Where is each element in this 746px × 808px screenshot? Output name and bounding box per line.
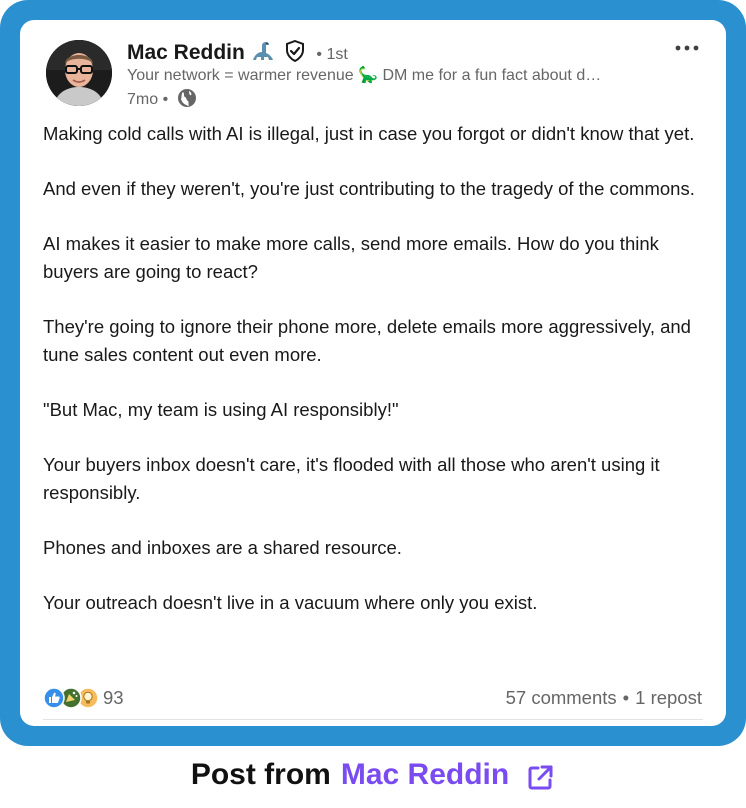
author-name[interactable]: Mac Reddin <box>127 41 245 64</box>
author-name-row: Mac Reddin • 1st <box>127 39 348 69</box>
reaction-icons <box>43 687 101 709</box>
stats-separator: • <box>622 687 630 708</box>
avatar-photo <box>46 40 112 106</box>
reactions-summary[interactable]: 93 <box>43 684 124 712</box>
post-paragraph: Making cold calls with AI is illegal, ju… <box>43 123 695 144</box>
reaction-count: 93 <box>103 687 124 708</box>
comments-count-link[interactable]: 57 comments <box>506 687 617 709</box>
post-paragraph: "But Mac, my team is using AI responsibl… <box>43 399 399 420</box>
post-body: Making cold calls with AI is illegal, ju… <box>43 120 703 644</box>
author-profile-link[interactable]: Mac Reddin <box>341 758 509 792</box>
post-paragraph: Phones and inboxes are a shared resource… <box>43 537 402 558</box>
ellipsis-icon <box>675 45 699 51</box>
author-avatar[interactable] <box>46 40 112 106</box>
footer-prefix: Post from <box>190 758 331 791</box>
post-meta: 7mo • <box>127 88 197 114</box>
post-stats: 57 comments • 1 repost <box>506 684 702 712</box>
like-icon <box>43 687 65 709</box>
divider <box>43 719 703 720</box>
post-paragraph: And even if they weren't, you're just co… <box>43 178 695 199</box>
verified-shield-icon[interactable] <box>285 39 305 69</box>
dinosaur-icon <box>251 40 275 69</box>
blue-frame: Mac Reddin • 1st Your network = warmer r… <box>0 0 746 746</box>
post-source-footer: Post from Mac Reddin <box>0 758 746 808</box>
connection-degree: • 1st <box>316 46 348 63</box>
reposts-count-link[interactable]: 1 repost <box>635 687 702 709</box>
post-paragraph: AI makes it easier to make more calls, s… <box>43 233 659 282</box>
post-paragraph: They're going to ignore their phone more… <box>43 316 691 365</box>
more-options-button[interactable] <box>670 36 704 60</box>
post-card: Mac Reddin • 1st Your network = warmer r… <box>20 20 726 726</box>
post-paragraph: Your buyers inbox doesn't care, it's flo… <box>43 454 660 503</box>
external-link-icon[interactable] <box>525 763 555 801</box>
post-time: 7mo • <box>127 91 169 108</box>
author-headline: Your network = warmer revenue 🦕 DM me fo… <box>127 67 602 84</box>
globe-icon <box>177 88 197 114</box>
post-paragraph: Your outreach doesn't live in a vacuum w… <box>43 592 538 613</box>
